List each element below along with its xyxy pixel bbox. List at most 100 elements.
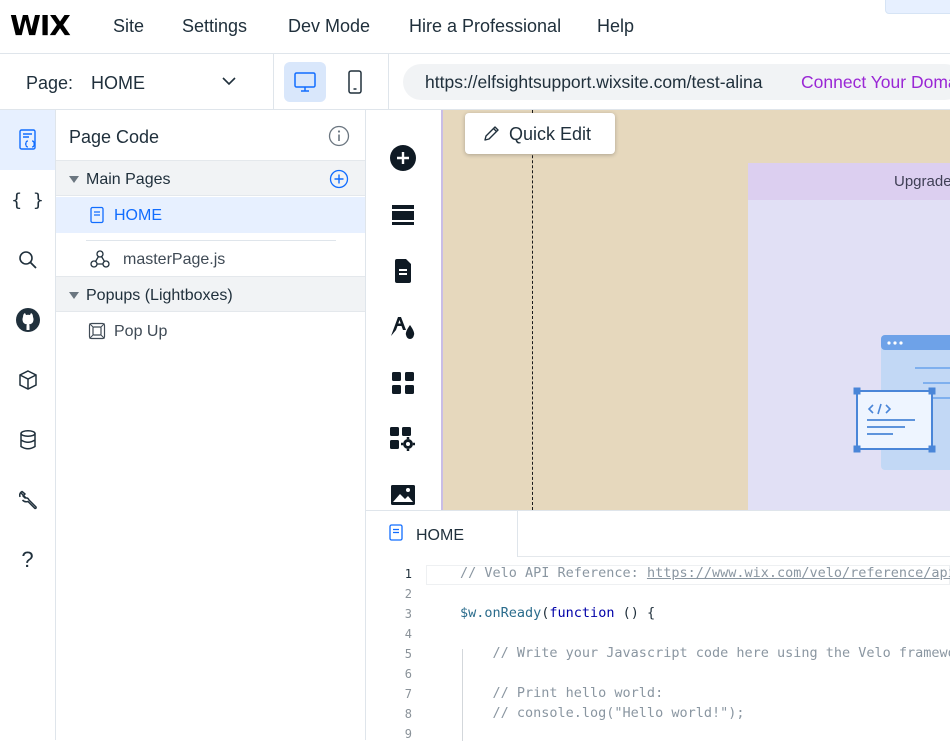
code-line[interactable]: 9 xyxy=(366,725,950,741)
panel-title: Page Code xyxy=(69,127,160,147)
page-selector-dropdown[interactable]: Page: HOME xyxy=(0,54,274,109)
rail-code[interactable]: { } xyxy=(0,170,55,230)
page-item-label: HOME xyxy=(114,207,162,224)
menu-dev-mode[interactable]: Dev Mode xyxy=(288,16,370,37)
menu-help[interactable]: Help xyxy=(597,16,634,37)
section-popups[interactable]: Popups (Lightboxes) xyxy=(56,276,365,312)
menu-settings[interactable]: Settings xyxy=(182,16,247,37)
apps-button[interactable] xyxy=(387,367,419,399)
code-token: // console.log("Hello world!"); xyxy=(460,705,745,721)
rail-help[interactable]: ? xyxy=(0,530,55,590)
page-code-panel: Page Code Main Pages HOME masterPage.js xyxy=(56,110,366,740)
lightbox-icon xyxy=(88,322,106,340)
top-right-button[interactable] xyxy=(885,0,950,14)
connect-domain-link[interactable]: Connect Your Domain xyxy=(801,72,950,93)
info-icon[interactable] xyxy=(328,125,350,147)
code-line[interactable]: 8 // console.log("Hello world!"); xyxy=(366,705,950,725)
code-text: // console.log("Hello world!"); xyxy=(460,705,745,721)
mobile-view-button[interactable] xyxy=(334,62,376,102)
add-elements-toolbar xyxy=(366,110,441,510)
editor-tab-label: HOME xyxy=(416,527,464,544)
dev-sidebar-rail: { } ? xyxy=(0,110,56,740)
wix-logo[interactable]: WIX xyxy=(10,9,71,42)
code-text: // Write your Javascript code here using… xyxy=(460,645,950,661)
code-line[interactable]: 5 // Write your Javascript code here usi… xyxy=(366,645,950,665)
editor-tab-spacer xyxy=(518,511,950,557)
code-text: // Print hello world: xyxy=(460,685,664,701)
help-icon: ? xyxy=(21,547,34,572)
page-icon xyxy=(90,206,104,224)
code-token: // Velo API Reference: xyxy=(460,565,647,581)
code-line[interactable]: 4 xyxy=(366,625,950,645)
code-line[interactable]: 7 // Print hello world: xyxy=(366,685,950,705)
code-area[interactable]: 1 // Velo API Reference: https://www.wix.… xyxy=(366,565,950,741)
page-item-home[interactable]: HOME xyxy=(56,197,365,233)
puzzle-gear-icon xyxy=(390,427,415,451)
rail-dev-tools[interactable] xyxy=(0,470,55,530)
upgrade-banner[interactable]: Upgrade xyxy=(748,163,950,510)
add-element-button[interactable] xyxy=(387,142,419,174)
page-code-icon xyxy=(18,129,36,150)
editor-tab-home[interactable]: HOME xyxy=(366,511,518,557)
line-number: 3 xyxy=(404,607,412,621)
business-apps-button[interactable] xyxy=(387,423,419,455)
code-editor: HOME 1 // Velo API Reference: https://www… xyxy=(366,510,950,741)
code-line[interactable]: 2 xyxy=(366,585,950,605)
line-number: 9 xyxy=(404,727,412,741)
line-number: 8 xyxy=(404,707,412,721)
code-text: $w.onReady(function () { xyxy=(460,605,655,621)
rail-search[interactable] xyxy=(0,230,55,290)
wrench-icon xyxy=(18,490,37,510)
apps-grid-icon xyxy=(392,372,414,394)
page-selector-label: Page: xyxy=(26,73,74,93)
site-url-bar[interactable]: https://elfsightsupport.wixsite.com/test… xyxy=(403,64,950,100)
theme-icon xyxy=(391,317,415,339)
device-switcher xyxy=(275,54,389,109)
section-main-pages[interactable]: Main Pages xyxy=(56,160,365,196)
top-menu-bar: WIX Site Settings Dev Mode Hire a Profes… xyxy=(0,0,950,54)
gridline-guide xyxy=(532,110,533,510)
section-popups-label: Popups (Lightboxes) xyxy=(86,287,233,304)
code-token: // Write your Javascript code here using… xyxy=(492,645,950,661)
media-button[interactable] xyxy=(387,479,419,511)
menu-hire-professional[interactable]: Hire a Professional xyxy=(409,16,561,37)
pages-button[interactable] xyxy=(387,255,419,287)
desktop-view-button[interactable] xyxy=(284,62,326,102)
quick-edit-button[interactable]: Quick Edit xyxy=(465,113,615,154)
site-design-button[interactable] xyxy=(387,311,419,343)
code-token: function xyxy=(549,605,615,621)
mobile-icon xyxy=(348,70,362,94)
chevron-down-icon xyxy=(222,77,236,86)
page-selector-value: HOME xyxy=(91,73,145,93)
rail-databases[interactable] xyxy=(0,410,55,470)
rail-github[interactable] xyxy=(0,290,55,350)
github-icon xyxy=(15,308,40,332)
add-page-icon[interactable] xyxy=(329,169,349,189)
master-page-label: masterPage.js xyxy=(123,251,226,268)
add-section-button[interactable] xyxy=(387,199,419,231)
rail-page-code[interactable] xyxy=(0,110,55,170)
code-token: https://www.wix.com/velo/reference/api-o… xyxy=(646,565,950,581)
code-text: // Velo API Reference: https://www.wix.c… xyxy=(460,565,950,581)
code-token: $w.onReady xyxy=(460,605,542,621)
line-number: 7 xyxy=(404,687,412,701)
popup-item-label: Pop Up xyxy=(114,323,168,340)
code-illustration-icon xyxy=(853,335,950,470)
code-line[interactable]: 3 $w.onReady(function () { xyxy=(366,605,950,625)
editor-canvas[interactable]: Quick Edit Upgrade xyxy=(441,110,950,510)
site-url[interactable]: https://elfsightsupport.wixsite.com/test… xyxy=(425,72,763,93)
database-icon xyxy=(19,430,36,450)
line-number: 4 xyxy=(404,627,412,641)
master-page-item[interactable]: masterPage.js xyxy=(56,241,365,277)
master-page-icon xyxy=(90,250,110,268)
rail-packages[interactable] xyxy=(0,350,55,410)
code-line[interactable]: 6 xyxy=(366,665,950,685)
line-number: 6 xyxy=(404,667,412,681)
menu-site[interactable]: Site xyxy=(113,16,144,37)
code-braces-icon: { } xyxy=(11,189,44,211)
code-line[interactable]: 1 // Velo API Reference: https://www.wix.… xyxy=(366,565,950,585)
popup-item[interactable]: Pop Up xyxy=(56,313,365,349)
line-number: 2 xyxy=(404,587,412,601)
line-number: 5 xyxy=(404,647,412,661)
editor-tab-bar: HOME xyxy=(366,511,950,557)
